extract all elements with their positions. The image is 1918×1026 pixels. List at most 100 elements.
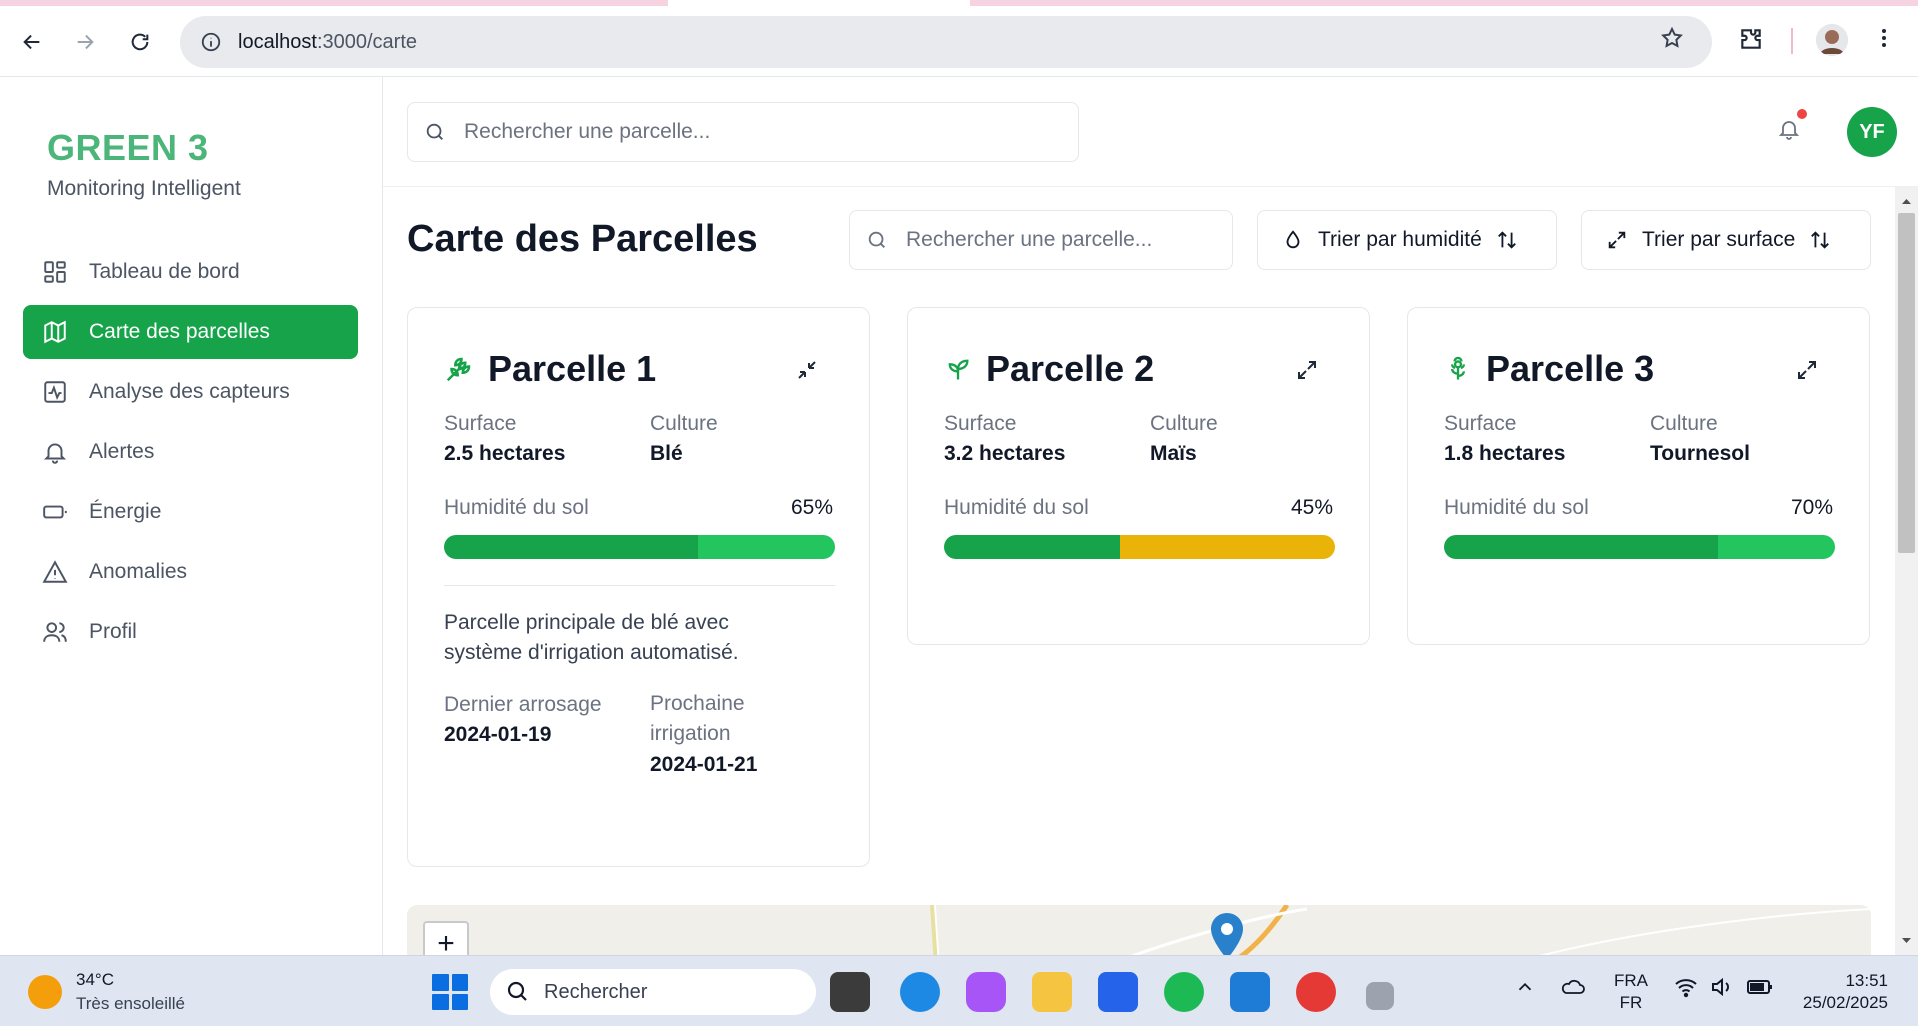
sort-arrows-icon <box>1811 231 1830 249</box>
back-button[interactable] <box>12 22 52 62</box>
copilot-icon[interactable] <box>966 972 1006 1012</box>
humidity-label: Humidité du sol <box>444 496 589 519</box>
parcel-map[interactable]: + <box>407 905 1871 955</box>
sidebar-item-anomalies[interactable]: Anomalies <box>23 545 358 599</box>
taskbar-search-input[interactable]: Rechercher <box>490 969 816 1015</box>
snipping-tool-icon[interactable] <box>1366 982 1394 1010</box>
humidity-value: 45% <box>1290 496 1333 519</box>
chrome-icon[interactable] <box>1296 972 1336 1012</box>
toolbar-divider <box>1791 28 1793 54</box>
page-title: Carte des Parcelles <box>407 218 758 260</box>
next-irrigation-label: Prochaine irrigation <box>650 692 745 745</box>
sidebar-item-tableau-de-bord[interactable]: Tableau de bord <box>23 245 358 299</box>
info-icon <box>201 32 221 52</box>
volume-icon[interactable] <box>1710 976 1734 1003</box>
next-irrigation-value: 2024-01-21 <box>650 753 758 776</box>
collapse-icon[interactable] <box>795 358 819 387</box>
map-marker-icon[interactable] <box>1207 911 1247 955</box>
sort-arrows-icon <box>1497 231 1516 249</box>
sort-by-surface-button[interactable]: Trier par surface <box>1581 210 1871 270</box>
keyboard-layout: FR <box>1619 993 1643 1012</box>
brand-logo-text: GREEN 3 <box>47 127 209 168</box>
sprout-icon <box>944 355 972 383</box>
sort-surface-label: Trier par surface <box>1642 228 1796 251</box>
reload-icon <box>131 33 149 51</box>
sidebar-item-label: Anomalies <box>89 560 188 583</box>
extensions-icon[interactable] <box>1738 26 1764 57</box>
parcel-name: Parcelle 1 <box>488 348 657 389</box>
weather-condition: Très ensoleillé <box>76 994 185 1013</box>
tray-chevron-up-icon[interactable] <box>1514 976 1536 1003</box>
arrow-left-icon <box>23 34 40 50</box>
culture-label: Culture <box>1150 412 1218 435</box>
task-view-icon[interactable] <box>830 972 870 1012</box>
sidebar-item-analyse-des-capteurs[interactable]: Analyse des capteurs <box>23 365 358 419</box>
microsoft-store-icon[interactable] <box>1098 972 1138 1012</box>
onedrive-cloud-icon[interactable] <box>1560 976 1586 1003</box>
culture-value: Maïs <box>1150 442 1197 465</box>
url-text: localhost:3000/carte <box>238 30 418 53</box>
battery-icon[interactable] <box>1746 976 1774 1003</box>
browser-profile-avatar[interactable] <box>1816 24 1848 56</box>
sidebar-nav: Tableau de bord Carte des parcelles Anal… <box>23 245 358 665</box>
system-clock[interactable]: 13:51 25/02/2025 <box>1796 970 1888 1014</box>
browser-menu-icon[interactable] <box>1872 26 1896 55</box>
search-icon <box>426 123 443 140</box>
activity-icon <box>41 378 69 406</box>
expand-icon[interactable] <box>1295 358 1319 387</box>
parcel-card[interactable]: Parcelle 1 Surface 2.5 hectares Culture … <box>407 307 870 867</box>
sidebar-item-carte-des-parcelles[interactable]: Carte des parcelles <box>23 305 358 359</box>
input-language-indicator[interactable]: FRA FR <box>1614 970 1648 1014</box>
notification-dot <box>1797 109 1807 119</box>
expand-icon[interactable] <box>1795 358 1819 387</box>
parcel-card[interactable]: Parcelle 2 Surface 3.2 hectares Culture … <box>907 307 1370 645</box>
wifi-icon[interactable] <box>1674 976 1698 1003</box>
users-icon <box>41 618 69 646</box>
weather-widget[interactable]: 34°C Très ensoleillé <box>28 970 185 1014</box>
surface-label: Surface <box>1444 412 1517 435</box>
clock-date: 25/02/2025 <box>1802 993 1888 1012</box>
parcel-search-input[interactable]: Rechercher une parcelle... <box>849 210 1233 270</box>
parcel-card-header: Parcelle 2 <box>944 348 1154 390</box>
map-roads <box>930 905 1871 955</box>
search-placeholder: Rechercher une parcelle... <box>906 228 1153 251</box>
sidebar-item-label: Énergie <box>89 500 162 523</box>
surface-value: 3.2 hectares <box>944 442 1066 465</box>
scrollbar-thumb[interactable] <box>1898 213 1915 553</box>
parcel-name: Parcelle 3 <box>1486 348 1655 389</box>
dashboard-icon <box>41 258 69 286</box>
sidebar-item-profil[interactable]: Profil <box>23 605 358 659</box>
last-watering-label: Dernier arrosage <box>444 693 602 716</box>
edge-browser-icon[interactable] <box>900 972 940 1012</box>
sidebar-item-label: Alertes <box>89 440 155 463</box>
humidity-label: Humidité du sol <box>1444 496 1589 519</box>
map-zoom-in-button[interactable]: + <box>423 921 469 955</box>
parcel-card-header: Parcelle 3 <box>1444 348 1654 390</box>
user-avatar[interactable]: YF <box>1847 107 1897 157</box>
spotify-icon[interactable] <box>1164 972 1204 1012</box>
windows-start-icon[interactable] <box>432 974 468 1010</box>
notifications-button[interactable] <box>1777 109 1807 146</box>
warning-icon <box>41 558 69 586</box>
sidebar-item-label: Carte des parcelles <box>89 320 270 343</box>
sidebar-item-energie[interactable]: Énergie <box>23 485 358 539</box>
search-icon <box>868 231 885 248</box>
sort-by-humidity-button[interactable]: Trier par humidité <box>1257 210 1557 270</box>
droplet-icon <box>1286 230 1300 249</box>
file-explorer-icon[interactable] <box>1032 972 1072 1012</box>
page-scrollbar[interactable] <box>1895 187 1918 955</box>
sidebar-item-alertes[interactable]: Alertes <box>23 425 358 479</box>
humidity-value: 70% <box>1790 496 1833 519</box>
address-bar[interactable]: localhost:3000/carte <box>180 16 1712 68</box>
reload-button[interactable] <box>120 22 160 62</box>
brand-subtitle: Monitoring Intelligent <box>47 177 241 200</box>
bell-icon <box>1778 121 1800 140</box>
bookmark-star-icon[interactable] <box>1660 26 1684 55</box>
search-icon <box>507 981 527 1001</box>
global-search-input[interactable]: Rechercher une parcelle... <box>407 102 1079 162</box>
weather-temperature: 34°C <box>76 970 114 989</box>
vscode-icon[interactable] <box>1230 972 1270 1012</box>
surface-label: Surface <box>444 412 517 435</box>
forward-button[interactable] <box>65 22 105 62</box>
parcel-card[interactable]: Parcelle 3 Surface 1.8 hectares Culture … <box>1407 307 1870 645</box>
